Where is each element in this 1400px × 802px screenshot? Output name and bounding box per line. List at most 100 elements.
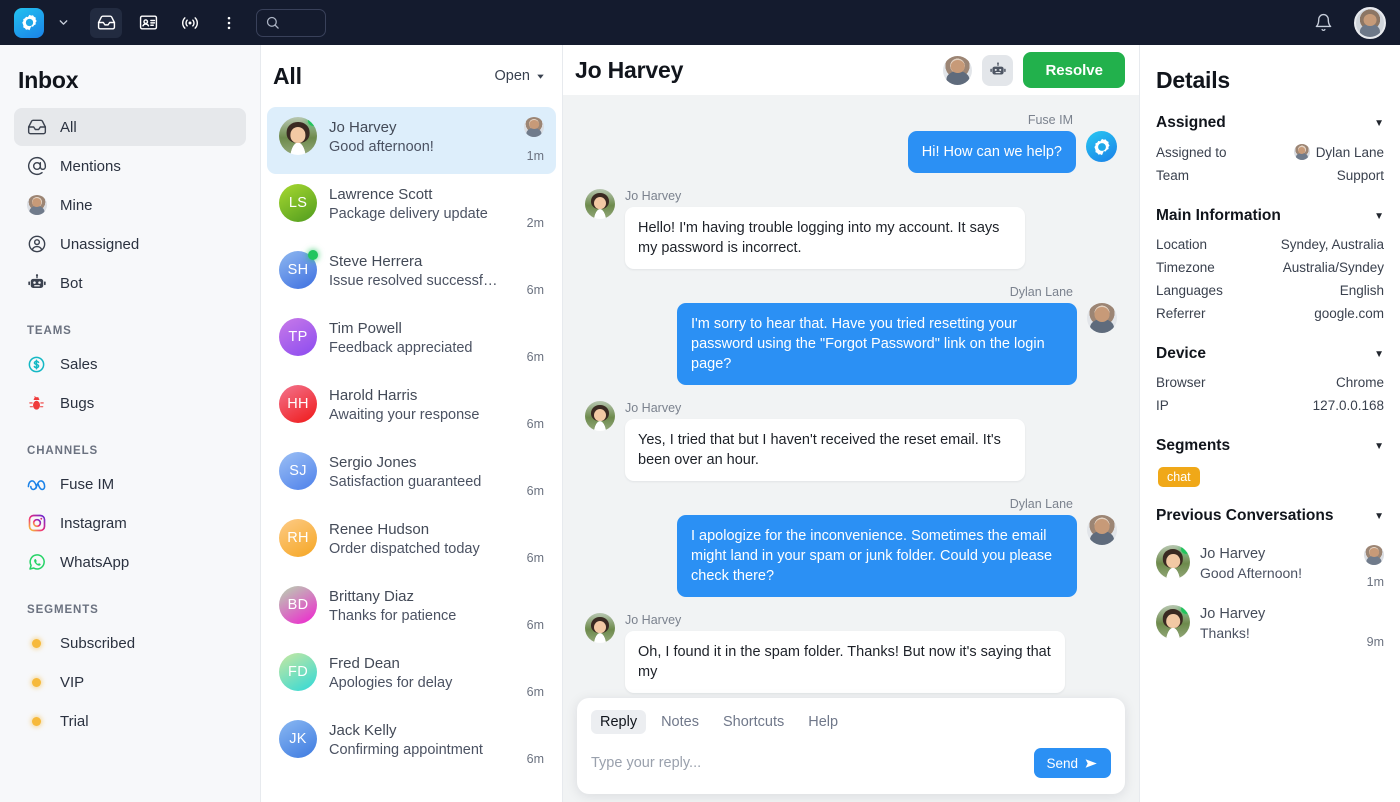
search-input[interactable] bbox=[256, 8, 326, 37]
timestamp: 1m bbox=[526, 149, 544, 163]
section-segments[interactable]: Segments ▼ bbox=[1154, 433, 1386, 463]
fuse-logo-icon[interactable] bbox=[14, 7, 44, 38]
tab-help[interactable]: Help bbox=[799, 710, 847, 734]
avatar: HH bbox=[279, 385, 317, 423]
contact-card-icon[interactable] bbox=[132, 8, 164, 38]
detail-key: Languages bbox=[1156, 283, 1223, 298]
sidebar-item-fuse-im[interactable]: Fuse IM bbox=[14, 465, 246, 503]
section-main-information[interactable]: Main Information ▼ bbox=[1154, 203, 1386, 233]
avatar: LS bbox=[279, 184, 317, 222]
bot-toggle-button[interactable] bbox=[982, 54, 1014, 86]
section-device[interactable]: Device ▼ bbox=[1154, 341, 1386, 371]
list-item[interactable]: FD Fred Dean Apologies for delay 6m bbox=[267, 643, 556, 710]
status-filter-dropdown[interactable]: Open bbox=[495, 68, 546, 84]
conversation-list-panel: All Open Jo Harvey Good afternoon! 1m LS… bbox=[261, 45, 563, 802]
section-previous-conversations[interactable]: Previous Conversations ▼ bbox=[1154, 503, 1386, 533]
message-preview: Confirming appointment bbox=[329, 742, 483, 758]
inbox-icon[interactable] bbox=[90, 7, 122, 38]
list-item[interactable]: Jo Harvey Good Afternoon! 1m bbox=[1154, 533, 1386, 593]
tab-reply[interactable]: Reply bbox=[591, 710, 647, 734]
sidebar-item-label: Mine bbox=[60, 196, 93, 214]
broadcast-icon[interactable] bbox=[174, 8, 206, 38]
sidebar-item-trial[interactable]: Trial bbox=[14, 702, 246, 740]
tab-notes[interactable]: Notes bbox=[652, 710, 708, 734]
sidebar-item-mine[interactable]: Mine bbox=[14, 186, 246, 224]
send-button[interactable]: Send bbox=[1034, 748, 1111, 778]
sidebar: Inbox All Mentions Mine Unassigned Bot T… bbox=[0, 45, 261, 802]
message-author: Dylan Lane bbox=[1009, 497, 1073, 511]
detail-row-timezone: Timezone Australia/Syndey bbox=[1154, 256, 1386, 279]
sidebar-item-unassigned[interactable]: Unassigned bbox=[14, 225, 246, 263]
message-text: Hello! I'm having trouble logging into m… bbox=[625, 207, 1025, 269]
kebab-menu-icon[interactable] bbox=[216, 8, 242, 38]
user-photo-icon bbox=[26, 195, 47, 216]
list-item[interactable]: Jo Harvey Good afternoon! 1m bbox=[267, 107, 556, 174]
list-item[interactable]: LS Lawrence Scott Package delivery updat… bbox=[267, 174, 556, 241]
details-panel: Details Assigned ▼ Assigned to Dylan Lan… bbox=[1139, 45, 1400, 802]
message-preview: Package delivery update bbox=[329, 206, 488, 222]
list-item[interactable]: Jo Harvey Thanks! 9m bbox=[1154, 593, 1386, 653]
chat-panel: Jo Harvey Resolve Fuse IM Hi! How can we… bbox=[563, 45, 1139, 802]
section-assigned[interactable]: Assigned ▼ bbox=[1154, 110, 1386, 140]
conversation-list[interactable]: Jo Harvey Good afternoon! 1m LS Lawrence… bbox=[261, 95, 562, 802]
message-thread[interactable]: Fuse IM Hi! How can we help? Jo Harvey H… bbox=[563, 95, 1139, 802]
app-body: Inbox All Mentions Mine Unassigned Bot T… bbox=[0, 45, 1400, 802]
segments-section-label: SEGMENTS bbox=[27, 604, 99, 616]
message-preview: Thanks for patience bbox=[329, 608, 457, 624]
sidebar-item-sales[interactable]: Sales bbox=[14, 345, 246, 383]
caret-down-icon: ▼ bbox=[1374, 117, 1384, 129]
detail-value: Dylan Lane bbox=[1293, 144, 1384, 160]
sidebar-item-mentions[interactable]: Mentions bbox=[14, 147, 246, 185]
timestamp: 9m bbox=[1366, 635, 1384, 649]
sidebar-item-whatsapp[interactable]: WhatsApp bbox=[14, 543, 246, 581]
sidebar-item-bugs[interactable]: Bugs bbox=[14, 384, 246, 422]
avatar: SJ bbox=[279, 452, 317, 490]
detail-value: Support bbox=[1336, 168, 1384, 183]
message-preview: Awaiting your response bbox=[329, 407, 480, 423]
teams-section-label: TEAMS bbox=[27, 325, 72, 337]
fuse-im-icon bbox=[26, 474, 47, 495]
list-item[interactable]: BD Brittany Diaz Thanks for patience 6m bbox=[267, 576, 556, 643]
detail-value: google.com bbox=[1314, 306, 1384, 321]
sidebar-item-bot[interactable]: Bot bbox=[14, 264, 246, 302]
chat-header: Jo Harvey Resolve bbox=[563, 45, 1139, 95]
chevron-down-icon[interactable] bbox=[50, 10, 76, 36]
list-item[interactable]: JK Jack Kelly Confirming appointment 6m bbox=[267, 710, 556, 777]
channels-section-label: CHANNELS bbox=[27, 445, 99, 457]
message-text: Yes, I tried that but I haven't received… bbox=[625, 419, 1025, 481]
list-item[interactable]: SH Steve Herrera Issue resolved successf… bbox=[267, 241, 556, 308]
dot-icon bbox=[26, 633, 47, 654]
conversation-list-title: All bbox=[273, 62, 302, 89]
detail-key: Team bbox=[1156, 168, 1190, 183]
sidebar-item-instagram[interactable]: Instagram bbox=[14, 504, 246, 542]
avatar-initials: FD bbox=[288, 664, 308, 680]
assignee-avatar bbox=[1293, 144, 1310, 160]
list-item[interactable]: TP Tim Powell Feedback appreciated 6m bbox=[267, 308, 556, 375]
list-item[interactable]: HH Harold Harris Awaiting your response … bbox=[267, 375, 556, 442]
avatar-initials: SJ bbox=[289, 463, 307, 479]
tab-shortcuts[interactable]: Shortcuts bbox=[714, 710, 793, 734]
detail-key: Assigned to bbox=[1156, 144, 1227, 160]
timestamp: 6m bbox=[526, 752, 544, 766]
sidebar-item-label: All bbox=[60, 118, 77, 136]
resolve-button[interactable]: Resolve bbox=[1023, 52, 1125, 88]
avatar-initials: HH bbox=[287, 396, 309, 412]
sidebar-item-label: Mentions bbox=[60, 157, 121, 175]
sidebar-item-vip[interactable]: VIP bbox=[14, 663, 246, 701]
status-badge[interactable]: chat bbox=[1158, 467, 1200, 487]
list-item[interactable]: RH Renee Hudson Order dispatched today 6… bbox=[267, 509, 556, 576]
whatsapp-icon bbox=[26, 552, 47, 573]
list-item[interactable]: SJ Sergio Jones Satisfaction guaranteed … bbox=[267, 442, 556, 509]
user-avatar[interactable] bbox=[1354, 6, 1386, 39]
sidebar-item-all[interactable]: All bbox=[14, 108, 246, 146]
sidebar-item-label: Bot bbox=[60, 274, 83, 292]
assignee-avatar[interactable] bbox=[943, 55, 973, 85]
reply-input[interactable] bbox=[591, 749, 1025, 777]
bell-icon[interactable] bbox=[1308, 8, 1338, 38]
sidebar-item-label: Unassigned bbox=[60, 235, 140, 253]
sidebar-item-subscribed[interactable]: Subscribed bbox=[14, 624, 246, 662]
reply-composer: Reply Notes Shortcuts Help Send bbox=[577, 698, 1125, 794]
sidebar-item-label: Subscribed bbox=[60, 634, 136, 652]
section-heading: Segments bbox=[1156, 437, 1231, 454]
message-preview: Apologies for delay bbox=[329, 675, 453, 691]
